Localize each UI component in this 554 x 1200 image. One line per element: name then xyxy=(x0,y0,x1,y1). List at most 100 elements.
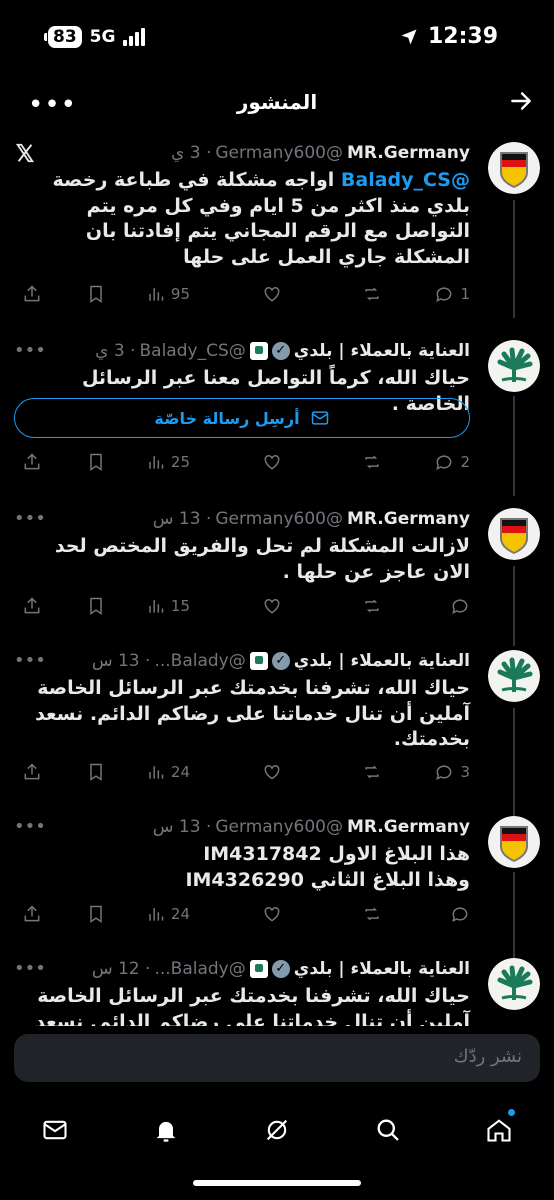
tweet-reply[interactable]: العناية بالعملاء | بلدي ✓ @Balady... · 1… xyxy=(0,958,554,1026)
thread-line xyxy=(513,566,515,646)
bookmark-icon xyxy=(90,453,102,471)
reply-placeholder: نشر ردّك xyxy=(453,1046,522,1067)
like-button[interactable] xyxy=(262,904,282,924)
author-handle[interactable]: @Balady... xyxy=(154,651,245,671)
tweet-text: لازالت المشكلة لم تحل والفريق المختص لحد… xyxy=(54,535,470,583)
author-name[interactable]: MR.Germany xyxy=(347,509,470,529)
like-button[interactable] xyxy=(262,452,282,472)
views-chart-icon xyxy=(149,456,164,469)
views-button[interactable]: 24 xyxy=(145,762,190,782)
home-indicator xyxy=(193,1180,361,1186)
bell-icon xyxy=(156,1121,176,1142)
back-arrow-icon[interactable] xyxy=(508,88,534,118)
search-icon xyxy=(377,1119,399,1141)
view-count: 24 xyxy=(170,763,190,781)
author-handle[interactable]: @Germany600 xyxy=(215,509,343,529)
send-dm-button[interactable]: أرسِل رسالة خاصّة xyxy=(14,398,470,438)
reply-input[interactable]: نشر ردّك xyxy=(14,1034,540,1082)
avatar[interactable] xyxy=(488,340,540,392)
heart-icon xyxy=(264,454,280,470)
share-button[interactable] xyxy=(22,596,42,616)
more-options-icon[interactable]: ••• xyxy=(14,508,46,529)
reply-icon xyxy=(436,287,452,303)
nav-search[interactable] xyxy=(358,1105,418,1155)
views-chart-icon xyxy=(149,600,164,613)
like-button[interactable] xyxy=(262,284,282,304)
retweet-button[interactable] xyxy=(362,284,382,304)
post-time: · 13 س xyxy=(91,651,151,671)
bookmark-button[interactable] xyxy=(86,904,106,924)
nav-home[interactable] xyxy=(469,1105,529,1155)
more-options-icon[interactable]: ••• xyxy=(14,340,46,361)
reply-button[interactable] xyxy=(450,904,470,924)
bookmark-button[interactable] xyxy=(86,762,106,782)
x-logo-icon[interactable] xyxy=(14,142,36,169)
reply-count: 3 xyxy=(460,763,470,781)
reply-button[interactable]: 1 xyxy=(434,284,470,304)
retweet-button[interactable] xyxy=(362,904,382,924)
tweet-text: حياك الله، تشرفنا بخدمتك عبر الرسائل الخ… xyxy=(35,677,470,750)
bookmark-button[interactable] xyxy=(86,452,106,472)
retweet-icon xyxy=(365,455,379,469)
status-bar: 83 5G 12:39 xyxy=(0,0,554,78)
like-button[interactable] xyxy=(262,762,282,782)
reply-button[interactable] xyxy=(450,596,470,616)
views-button[interactable]: 15 xyxy=(145,596,190,616)
network-type: 5G xyxy=(89,27,116,47)
author-name[interactable]: MR.Germany xyxy=(347,817,470,837)
bookmark-icon xyxy=(90,905,102,923)
tweet-text-line: هذا البلاغ الاول IM4317842 xyxy=(203,843,470,865)
avatar[interactable] xyxy=(488,508,540,560)
avatar[interactable] xyxy=(488,650,540,702)
views-button[interactable]: 95 xyxy=(145,284,190,304)
share-icon xyxy=(24,285,40,302)
reply-icon xyxy=(436,765,452,781)
heart-icon xyxy=(264,906,280,922)
more-options-icon[interactable]: ••• xyxy=(14,958,46,979)
view-count: 24 xyxy=(170,905,190,923)
nav-messages[interactable] xyxy=(25,1105,85,1155)
bookmark-button[interactable] xyxy=(86,284,106,304)
thread-line xyxy=(513,396,515,496)
bookmark-button[interactable] xyxy=(86,596,106,616)
author-handle[interactable]: @Balady... xyxy=(154,959,245,979)
org-badge-icon xyxy=(249,342,268,360)
author-handle[interactable]: @Balady_CS xyxy=(140,341,246,361)
author-name[interactable]: العناية بالعملاء | بلدي xyxy=(294,959,470,979)
author-handle[interactable]: @Germany600 xyxy=(215,817,343,837)
avatar[interactable] xyxy=(488,958,540,1010)
like-button[interactable] xyxy=(262,596,282,616)
author-name[interactable]: العناية بالعملاء | بلدي xyxy=(294,341,470,361)
views-button[interactable]: 24 xyxy=(145,904,190,924)
mention-link[interactable]: @Balady_CS xyxy=(341,169,470,191)
views-button[interactable]: 25 xyxy=(145,452,190,472)
share-button[interactable] xyxy=(22,762,42,782)
retweet-icon xyxy=(365,765,379,779)
avatar[interactable] xyxy=(488,816,540,868)
share-button[interactable] xyxy=(22,452,42,472)
share-button[interactable] xyxy=(22,904,42,924)
reply-icon xyxy=(452,599,468,615)
nav-notifications[interactable] xyxy=(136,1105,196,1155)
author-name[interactable]: MR.Germany xyxy=(347,143,470,163)
author-name[interactable]: العناية بالعملاء | بلدي xyxy=(294,651,470,671)
retweet-button[interactable] xyxy=(362,762,382,782)
reply-button[interactable]: 2 xyxy=(434,452,470,472)
share-button[interactable] xyxy=(22,284,42,304)
thread-line xyxy=(513,200,515,318)
nav-grok[interactable] xyxy=(247,1105,307,1155)
more-options-icon[interactable]: ••• xyxy=(14,650,46,671)
more-options-icon[interactable]: ••• xyxy=(14,816,46,837)
tweet-text: حياك الله، تشرفنا بخدمتك عبر الرسائل الخ… xyxy=(35,985,470,1026)
bookmark-icon xyxy=(90,597,102,615)
author-handle[interactable]: @Germany600 xyxy=(215,143,343,163)
avatar[interactable] xyxy=(488,142,540,194)
retweet-button[interactable] xyxy=(362,596,382,616)
views-chart-icon xyxy=(149,766,164,779)
view-count: 15 xyxy=(170,597,190,615)
reply-button[interactable]: 3 xyxy=(434,762,470,782)
retweet-button[interactable] xyxy=(362,452,382,472)
org-badge-icon xyxy=(249,960,268,978)
home-icon xyxy=(487,1119,511,1142)
verified-badge-icon: ✓ xyxy=(271,960,290,978)
